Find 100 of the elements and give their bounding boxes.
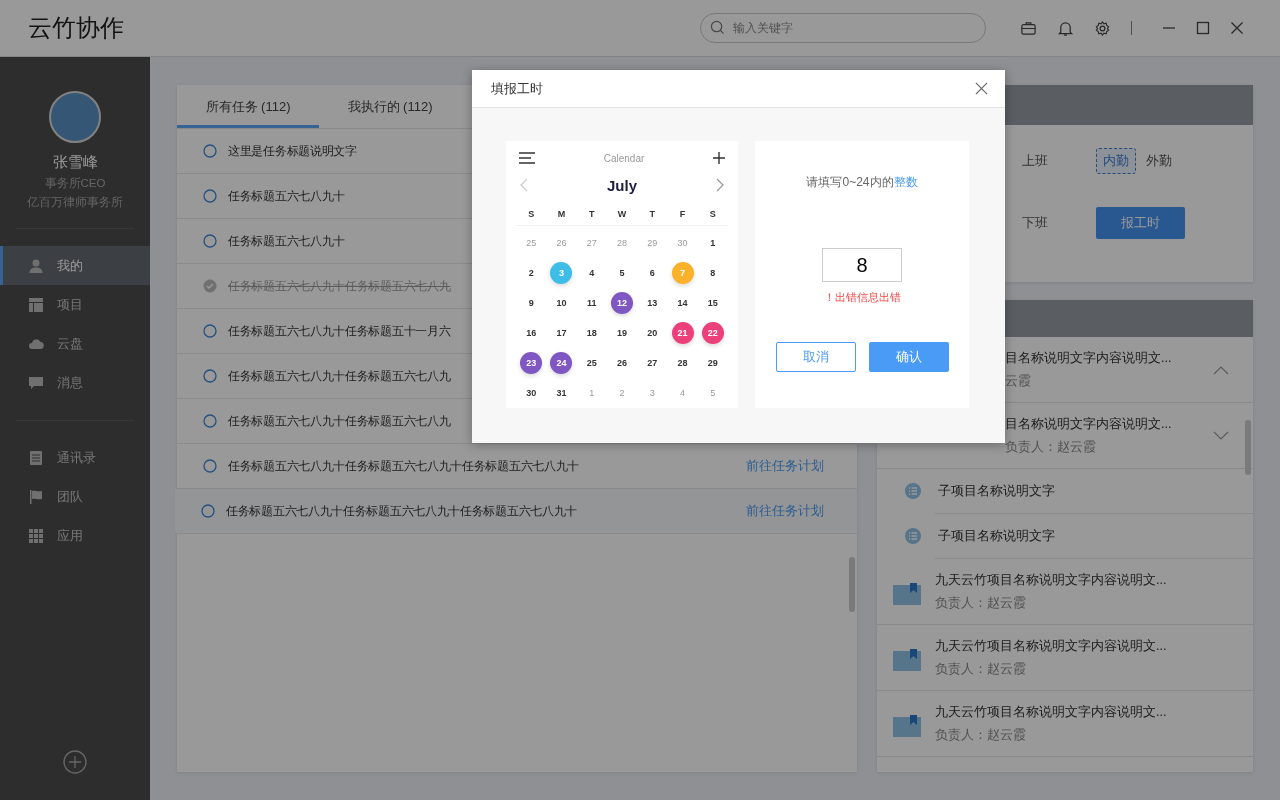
calendar-day[interactable]: 28 bbox=[671, 352, 694, 374]
chevron-left-icon[interactable] bbox=[520, 178, 528, 192]
task-title: 任务标题五六七八九十 bbox=[228, 187, 345, 205]
maximize-icon[interactable] bbox=[1196, 21, 1210, 35]
calendar-day[interactable]: 1 bbox=[580, 382, 603, 404]
subproject-title[interactable]: 子项目名称说明文字 bbox=[938, 527, 1055, 545]
calendar-day[interactable]: 31 bbox=[550, 382, 573, 404]
briefcase-icon[interactable] bbox=[1020, 19, 1037, 37]
task-title: 任务标题五六七八九十任务标题五六七八九 bbox=[228, 367, 451, 385]
folder-bookmark-icon bbox=[893, 714, 921, 737]
user-name: 张雪峰 bbox=[52, 153, 98, 172]
circle-icon[interactable] bbox=[203, 414, 217, 428]
calendar-day[interactable]: 29 bbox=[641, 232, 664, 254]
hours-input[interactable]: 8 bbox=[822, 248, 902, 282]
calendar-day[interactable]: 24 bbox=[550, 352, 573, 374]
calendar-day[interactable]: 15 bbox=[701, 292, 724, 314]
calendar-day[interactable]: 26 bbox=[611, 352, 633, 374]
calendar-day[interactable]: 19 bbox=[611, 322, 633, 344]
calendar-day[interactable]: 27 bbox=[641, 352, 664, 374]
calendar-day[interactable]: 26 bbox=[550, 232, 573, 254]
circle-icon[interactable] bbox=[203, 234, 217, 248]
settings-icon[interactable] bbox=[1094, 19, 1111, 37]
work-type-option[interactable]: 内勤 bbox=[1096, 148, 1136, 174]
project-title[interactable]: 九天云竹项目名称说明文字内容说明文... bbox=[935, 703, 1229, 721]
calendar-day[interactable]: 5 bbox=[611, 262, 633, 284]
circle-icon[interactable] bbox=[203, 369, 217, 383]
calendar-day[interactable]: 2 bbox=[611, 382, 633, 404]
tab[interactable]: 所有任务 (112) bbox=[177, 85, 319, 128]
nav-item[interactable]: 云盘 bbox=[0, 324, 150, 363]
add-icon[interactable] bbox=[63, 750, 87, 774]
project-title[interactable]: 九天云竹项目名称说明文字内容说明文... bbox=[935, 571, 1229, 589]
calendar-day[interactable]: 2 bbox=[520, 262, 543, 284]
nav-item[interactable]: 团队 bbox=[0, 477, 150, 516]
subproject-title[interactable]: 子项目名称说明文字 bbox=[938, 482, 1055, 500]
calendar-day[interactable]: 29 bbox=[701, 352, 724, 374]
task-title: 任务标题五六七八九十任务标题五十一月六 bbox=[228, 322, 451, 340]
scrollbar-thumb[interactable] bbox=[849, 557, 855, 612]
grid-icon bbox=[28, 527, 44, 544]
nav-item[interactable]: 通讯录 bbox=[0, 438, 150, 477]
hint-text: 请填写0~24内的整数 bbox=[806, 174, 918, 191]
project-owner: 负责人：赵云霞 bbox=[935, 660, 1027, 678]
circle-icon[interactable] bbox=[203, 144, 217, 158]
plus-icon[interactable] bbox=[713, 152, 725, 164]
work-type-option[interactable]: 外勤 bbox=[1139, 148, 1179, 174]
tab[interactable]: 我执行的 (112) bbox=[319, 85, 461, 128]
circle-icon[interactable] bbox=[203, 324, 217, 338]
task-title: 任务标题五六七八九十任务标题五六七八九 bbox=[228, 412, 451, 430]
calendar-day[interactable]: 23 bbox=[520, 352, 543, 374]
calendar-day[interactable]: 9 bbox=[520, 292, 543, 314]
close-icon[interactable] bbox=[975, 82, 988, 95]
confirm-button[interactable]: 确认 bbox=[868, 342, 949, 372]
calendar-day[interactable]: 4 bbox=[671, 382, 694, 404]
nav-item[interactable]: 我的 bbox=[0, 246, 150, 285]
calendar-day[interactable]: 25 bbox=[520, 232, 543, 254]
task-row[interactable]: 任务标题五六七八九十任务标题五六七八九十任务标题五六七八九十 前往任务计划 bbox=[175, 489, 857, 534]
chevron-right-icon[interactable] bbox=[716, 178, 724, 192]
calendar-day[interactable]: 18 bbox=[580, 322, 603, 344]
chevron-down-icon[interactable] bbox=[1213, 430, 1229, 441]
circle-icon[interactable] bbox=[203, 459, 217, 473]
cancel-button[interactable]: 取消 bbox=[775, 342, 856, 372]
calendar-day[interactable]: 25 bbox=[580, 352, 603, 374]
calendar-day[interactable]: 20 bbox=[641, 322, 664, 344]
scrollbar-thumb[interactable] bbox=[1245, 420, 1251, 475]
shift-label: 下班 bbox=[1022, 214, 1049, 232]
calendar-day[interactable]: 21 bbox=[671, 322, 694, 344]
calendar-day[interactable]: 11 bbox=[580, 292, 603, 314]
calendar-day[interactable]: 4 bbox=[580, 262, 603, 284]
circle-icon[interactable] bbox=[203, 189, 217, 203]
calendar-day[interactable]: 10 bbox=[550, 292, 573, 314]
bell-icon[interactable] bbox=[1057, 19, 1074, 37]
calendar-day[interactable]: 12 bbox=[611, 292, 633, 314]
calendar-day[interactable]: 5 bbox=[701, 382, 724, 404]
menu-icon[interactable] bbox=[519, 152, 535, 164]
close-icon[interactable] bbox=[1230, 21, 1244, 35]
calendar-day[interactable]: 27 bbox=[580, 232, 603, 254]
calendar-day[interactable]: 3 bbox=[641, 382, 664, 404]
search-field[interactable]: 输入关键字 bbox=[700, 13, 986, 43]
app-logo: 云竹协作 bbox=[28, 13, 124, 44]
calendar-day[interactable]: 1 bbox=[701, 232, 724, 254]
calendar-day[interactable]: 8 bbox=[701, 262, 724, 284]
project-title[interactable]: 目名称说明文字内容说明文... bbox=[1005, 349, 1213, 367]
calendar-day[interactable]: 13 bbox=[641, 292, 664, 314]
nav-item[interactable]: 项目 bbox=[0, 285, 150, 324]
chevron-up-icon[interactable] bbox=[1213, 364, 1229, 375]
check-circle-icon[interactable] bbox=[203, 279, 217, 293]
project-title[interactable]: 目名称说明文字内容说明文... bbox=[1005, 415, 1213, 433]
folder-bookmark-icon bbox=[893, 648, 921, 671]
weekday-label: M bbox=[556, 209, 567, 219]
calendar-day[interactable]: 30 bbox=[520, 382, 543, 404]
calendar-day[interactable]: 30 bbox=[671, 232, 694, 254]
project-title[interactable]: 九天云竹项目名称说明文字内容说明文... bbox=[935, 637, 1229, 655]
nav-item[interactable]: 应用 bbox=[0, 516, 150, 555]
calendar-day[interactable]: 6 bbox=[641, 262, 664, 284]
calendar-day[interactable]: 16 bbox=[520, 322, 543, 344]
calendar-day[interactable]: 28 bbox=[611, 232, 633, 254]
calendar-day[interactable]: 22 bbox=[701, 322, 724, 344]
circle-icon[interactable] bbox=[201, 504, 215, 518]
calendar-day[interactable]: 14 bbox=[671, 292, 694, 314]
nav-item[interactable]: 消息 bbox=[0, 363, 150, 402]
calendar-day[interactable]: 17 bbox=[550, 322, 573, 344]
